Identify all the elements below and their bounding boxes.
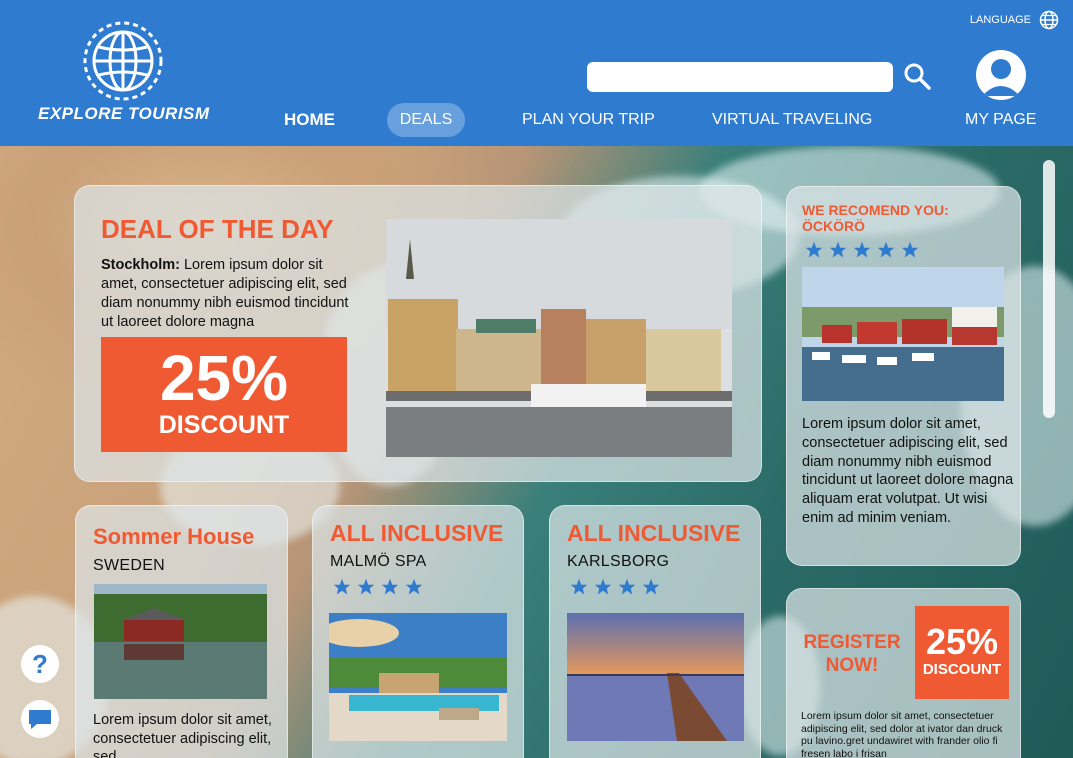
register-cta[interactable]: REGISTER NOW! xyxy=(799,631,905,677)
malmo-spa-card[interactable]: ALL INCLUSIVE MALMÖ SPA xyxy=(312,505,524,758)
malmo-subtitle: MALMÖ SPA xyxy=(330,553,427,570)
sommer-country: SWEDEN xyxy=(93,557,166,574)
user-icon xyxy=(982,59,1020,96)
star-icon xyxy=(381,578,399,595)
globe-logo-icon xyxy=(83,21,163,101)
recommendation-card[interactable]: WE RECOMEND YOU: ÖCKÖRÖ Lorem ipsum dolo… xyxy=(786,186,1021,566)
recommend-place: ÖCKÖRÖ xyxy=(802,218,865,234)
search-button[interactable] xyxy=(902,61,932,91)
karlsborg-photo[interactable] xyxy=(567,613,744,741)
scrollbar[interactable] xyxy=(1043,160,1055,418)
star-icon xyxy=(901,241,919,258)
deal-of-the-day-card[interactable]: DEAL OF THE DAY Stockholm: Lorem ipsum d… xyxy=(74,185,762,482)
logo[interactable]: EXPLORE TOURISM xyxy=(38,20,210,128)
register-card[interactable]: REGISTER NOW! 25% DISCOUNT Lorem ipsum d… xyxy=(786,588,1021,758)
karlsborg-pier-image xyxy=(567,613,744,741)
search-icon xyxy=(904,63,931,90)
sommer-house-image xyxy=(94,584,267,699)
star-icon xyxy=(405,578,423,595)
register-discount-badge: 25% DISCOUNT xyxy=(915,606,1009,699)
sommer-description: Lorem ipsum dolor sit amet, consectetuer… xyxy=(93,712,272,758)
globe-icon xyxy=(1039,10,1059,30)
karlsborg-subtitle: KARLSBORG xyxy=(567,553,670,570)
deal-discount-percent: 25% xyxy=(159,342,289,414)
star-icon xyxy=(594,578,612,595)
malmo-title: ALL INCLUSIVE xyxy=(330,520,504,546)
sommer-house-card[interactable]: Sommer House SWEDEN Lorem ipsum dolor si… xyxy=(75,505,288,758)
karlsborg-card[interactable]: ALL INCLUSIVE KARLSBORG xyxy=(549,505,761,758)
register-description: Lorem ipsum dolor sit amet, consectetuer… xyxy=(801,710,1003,758)
nav-my-page[interactable]: MY PAGE xyxy=(965,108,1036,140)
nav-deals[interactable]: DEALS xyxy=(387,103,465,137)
malmo-spa-photo[interactable] xyxy=(329,613,507,741)
karlsborg-title: ALL INCLUSIVE xyxy=(567,520,741,546)
sommer-house-photo[interactable] xyxy=(94,584,267,699)
search-input[interactable] xyxy=(587,62,893,92)
star-icon xyxy=(333,578,351,595)
nav-virtual-traveling[interactable]: VIRTUAL TRAVELING xyxy=(712,108,872,140)
malmo-spa-image xyxy=(329,613,507,741)
logo-text: EXPLORE TOURISM xyxy=(38,104,210,123)
star-icon xyxy=(877,241,895,258)
nav-plan-your-trip[interactable]: PLAN YOUR TRIP xyxy=(522,108,655,140)
language-selector[interactable]: LANGUAGE xyxy=(970,10,1059,30)
register-discount-percent: 25% xyxy=(925,621,999,662)
avatar[interactable] xyxy=(976,50,1026,100)
site-header: EXPLORE TOURISM LANGUAGE HOME DEALS PLAN… xyxy=(0,0,1073,146)
ockoro-photo[interactable] xyxy=(802,267,1004,401)
recommend-title: WE RECOMEND YOU: xyxy=(802,202,949,218)
recommend-description: Lorem ipsum dolor sit amet, consectetuer… xyxy=(802,416,1014,526)
star-icon xyxy=(618,578,636,595)
register-discount-label: DISCOUNT xyxy=(922,661,1002,678)
deal-city: Stockholm: xyxy=(101,257,180,273)
star-icon xyxy=(642,578,660,595)
star-icon xyxy=(570,578,588,595)
malmo-rating xyxy=(333,578,423,596)
language-label: LANGUAGE xyxy=(969,14,1031,26)
star-icon xyxy=(853,241,871,258)
star-icon xyxy=(357,578,375,595)
help-button[interactable]: ? xyxy=(21,645,59,683)
deal-discount-label: DISCOUNT xyxy=(158,411,290,439)
chat-icon xyxy=(29,710,51,729)
ockoro-image xyxy=(802,267,1004,401)
stockholm-photo[interactable] xyxy=(386,219,732,457)
star-icon xyxy=(805,241,823,258)
star-icon xyxy=(829,241,847,258)
deal-title: DEAL OF THE DAY xyxy=(101,214,334,244)
karlsborg-rating xyxy=(570,578,660,596)
nav-home[interactable]: HOME xyxy=(284,108,335,140)
deal-description: Stockholm: Lorem ipsum dolor sit amet, c… xyxy=(101,257,349,330)
recommend-rating xyxy=(805,241,919,259)
deal-discount-badge: 25% DISCOUNT xyxy=(101,337,347,452)
stockholm-image xyxy=(386,219,732,457)
chat-button[interactable] xyxy=(21,700,59,738)
sommer-title: Sommer House xyxy=(93,524,255,549)
